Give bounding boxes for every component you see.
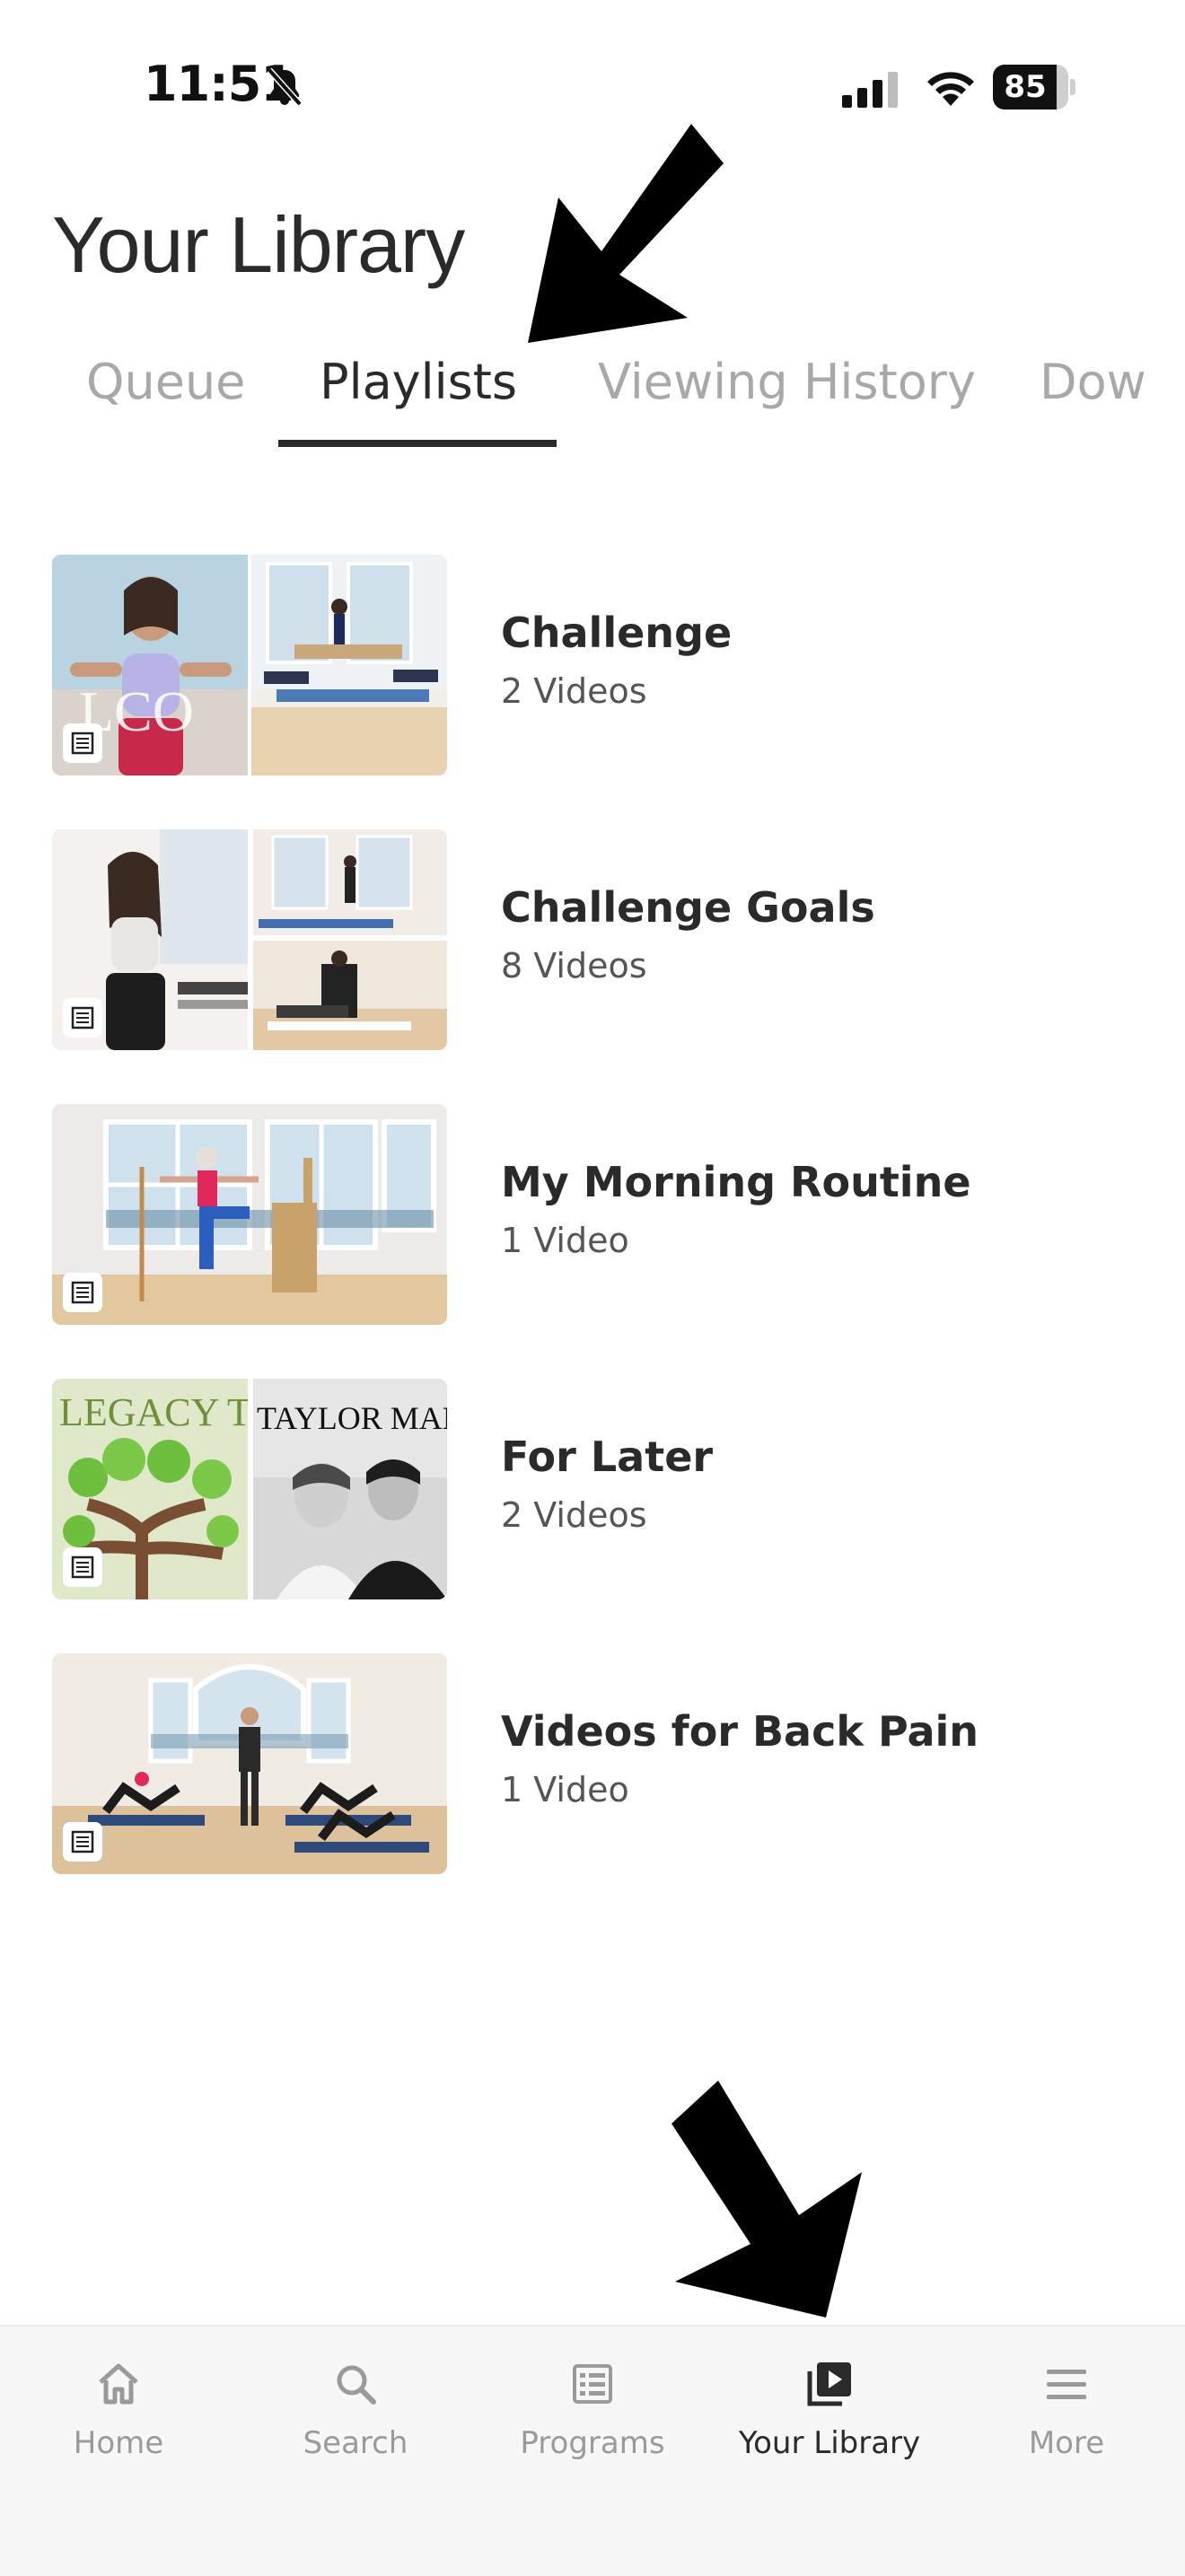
nav-label: Your Library (738, 2425, 921, 2461)
thumbnail-text: LEGACY T (59, 1390, 251, 1434)
nav-label: Search (303, 2425, 408, 2461)
playlist-item-challenge-goals[interactable]: Challenge Goals 8 Videos (52, 829, 1147, 1054)
playlist-video-count: 1 Video (501, 1221, 629, 1260)
playlist-thumbnail (52, 829, 447, 1050)
signal-icon (842, 72, 898, 108)
wifi-icon (927, 72, 974, 106)
nav-label: Programs (520, 2425, 665, 2461)
playlist-video-count: 2 Videos (501, 671, 647, 711)
playlist-badge-icon (63, 723, 102, 763)
nav-label: Home (73, 2425, 164, 2461)
tab-viewing-history[interactable]: Viewing History (598, 354, 976, 410)
bell-muted-icon (267, 67, 303, 107)
search-icon (337, 2365, 376, 2405)
playlist-thumbnail: LCO (52, 555, 447, 775)
playlist-title: For Later (501, 1433, 714, 1481)
playlist-thumbnail: LEGACY T TAYLOR MADE (52, 1379, 447, 1599)
playlist-title: Challenge (501, 609, 733, 657)
playlist-video-count: 2 Videos (501, 1495, 647, 1535)
nav-home[interactable]: Home (20, 2359, 217, 2493)
playlist-badge-icon (63, 1273, 102, 1312)
active-tab-indicator (278, 440, 557, 447)
page-title: Your Library (52, 200, 465, 289)
annotation-arrow-icon (528, 124, 724, 343)
playlist-item-videos-for-back-pain[interactable]: Videos for Back Pain 1 Video (52, 1653, 1147, 1878)
battery-level: 85 (1004, 69, 1047, 105)
nav-search[interactable]: Search (257, 2359, 454, 2493)
playlist-video-count: 8 Videos (501, 946, 647, 986)
nav-your-library[interactable]: Your Library (731, 2359, 928, 2493)
playlist-badge-icon (63, 1822, 102, 1862)
playlist-thumbnail (52, 1653, 447, 1874)
thumbnail-text: TAYLOR MADE (257, 1400, 447, 1436)
playlist-title: Videos for Back Pain (501, 1707, 979, 1756)
playlist-title: My Morning Routine (501, 1158, 971, 1206)
playlist-item-challenge[interactable]: LCO Challenge 2 Videos (52, 555, 1147, 779)
tab-queue[interactable]: Queue (86, 354, 245, 410)
menu-icon (1047, 2370, 1086, 2399)
tab-downloads[interactable]: Dow (1040, 354, 1146, 410)
home-icon (99, 2363, 138, 2405)
battery-indicator: 85 (993, 65, 1075, 110)
annotation-arrow-icon (672, 2081, 862, 2318)
nav-more[interactable]: More (968, 2359, 1165, 2493)
playlist-title: Challenge Goals (501, 883, 875, 932)
playlist-video-count: 1 Video (501, 1770, 629, 1809)
bottom-nav: Home Search Programs Your Library More (0, 2325, 1185, 2576)
library-icon (807, 2362, 851, 2406)
playlist-badge-icon (63, 998, 102, 1038)
tab-playlists[interactable]: Playlists (320, 354, 517, 410)
nav-programs[interactable]: Programs (494, 2359, 691, 2493)
playlist-badge-icon (63, 1547, 102, 1587)
nav-label: More (1028, 2425, 1105, 2461)
playlist-item-my-morning-routine[interactable]: My Morning Routine 1 Video (52, 1104, 1147, 1328)
programs-icon (573, 2364, 612, 2404)
playlist-item-for-later[interactable]: LEGACY T TAYLOR MADE For La (52, 1379, 1147, 1603)
playlist-thumbnail (52, 1104, 447, 1325)
